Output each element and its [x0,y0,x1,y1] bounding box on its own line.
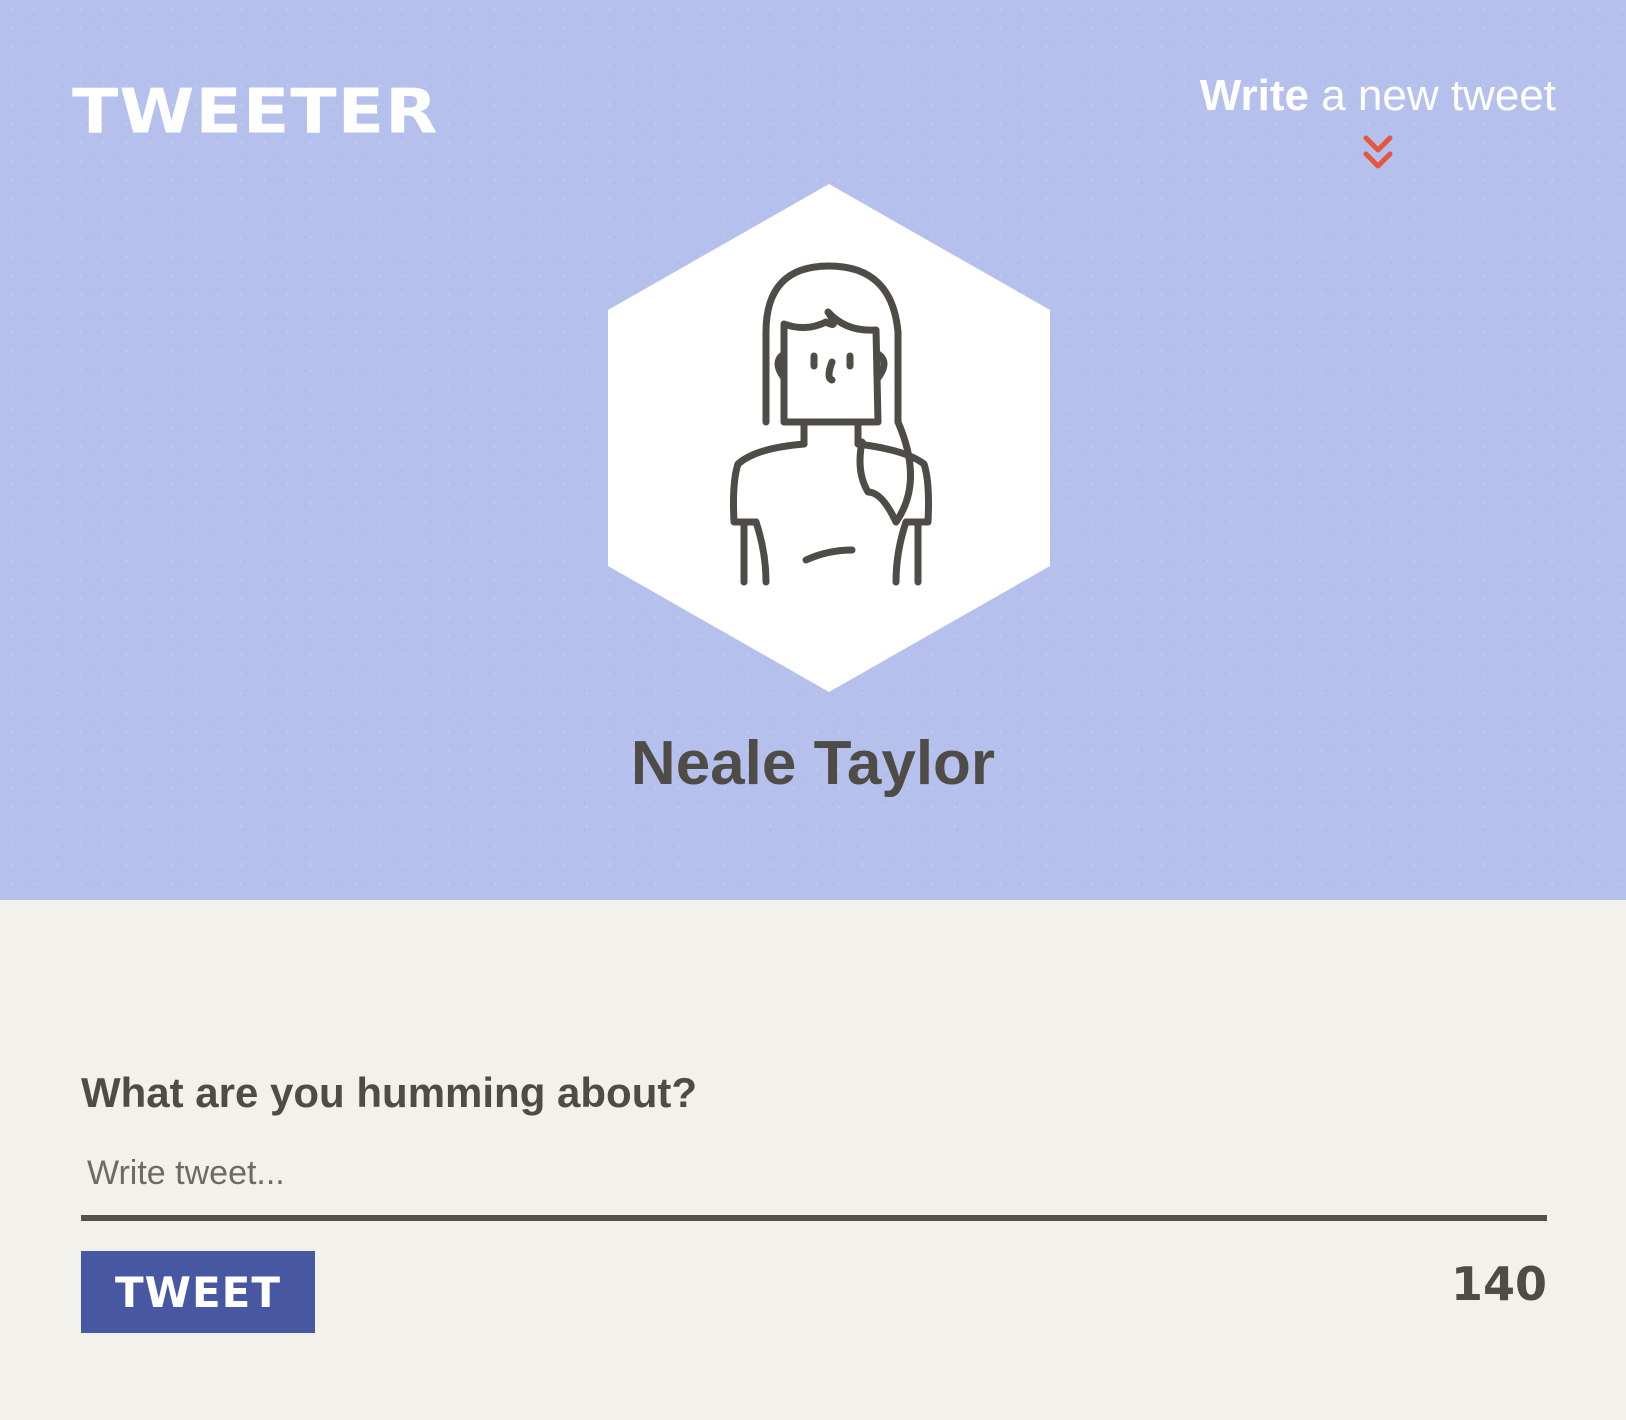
tweet-input[interactable] [81,1144,1547,1222]
compose-question: What are you humming about? [81,1069,697,1116]
write-new-tweet-link[interactable]: Write a new tweet [1199,71,1556,174]
compose-actions: TWEET 140 [81,1251,1547,1335]
app-logo[interactable]: TWEETER [72,82,439,143]
nav-compose-rest: a new tweet [1308,71,1556,120]
profile-name: Neale Taylor [630,729,996,798]
nav-compose-strong: Write [1199,71,1309,120]
compose-form: What are you humming about? TWEET 140 [81,1068,1547,1335]
avatar [608,184,1050,692]
avatar-hexagon [608,184,1050,692]
profile-header: TWEETER Write a new tweet Neale Taylor [0,0,1626,900]
character-counter: 140 [1450,1257,1547,1312]
tweet-button[interactable]: TWEET [81,1251,315,1334]
double-chevron-down-icon [1363,135,1393,169]
